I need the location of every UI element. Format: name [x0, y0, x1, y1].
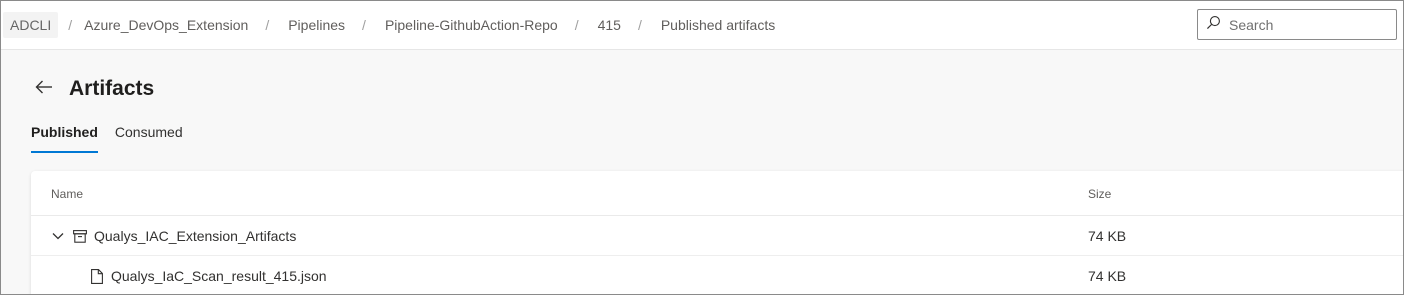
table-header: Name Size: [31, 171, 1403, 216]
breadcrumb-separator: /: [637, 17, 642, 33]
tab-published[interactable]: Published: [31, 124, 98, 153]
page-header: Artifacts: [31, 76, 154, 102]
column-header-name[interactable]: Name: [51, 187, 83, 201]
breadcrumb-separator: /: [68, 17, 73, 33]
page-title: Artifacts: [69, 77, 155, 100]
breadcrumb-item-repo[interactable]: Azure_DevOps_Extension: [84, 17, 248, 33]
chevron-down-icon[interactable]: [51, 229, 65, 243]
back-arrow-icon: [35, 80, 53, 99]
table-row-artifact[interactable]: Qualys_IAC_Extension_Artifacts 74 KB: [31, 216, 1403, 256]
breadcrumb-item-pipeline[interactable]: Pipeline-GithubAction-Repo: [385, 17, 558, 33]
breadcrumb-item-current[interactable]: Published artifacts: [661, 17, 775, 33]
file-name[interactable]: Qualys_IaC_Scan_result_415.json: [111, 268, 327, 284]
breadcrumb-separator: /: [362, 17, 366, 33]
app-frame: ADCLI / Azure_DevOps_Extension / Pipelin…: [0, 0, 1404, 295]
column-header-size[interactable]: Size: [1088, 187, 1111, 201]
artifact-box-icon: [73, 229, 87, 243]
breadcrumb-item-pipelines[interactable]: Pipelines: [288, 17, 345, 33]
main-content: Artifacts Published Consumed Name Size Q…: [1, 50, 1403, 294]
file-size: 74 KB: [1088, 268, 1127, 284]
breadcrumb-item-run[interactable]: 415: [598, 17, 621, 33]
table-row-file[interactable]: Qualys_IaC_Scan_result_415.json 74 KB: [31, 256, 1403, 294]
breadcrumb-separator: /: [574, 17, 579, 33]
header-bar: ADCLI / Azure_DevOps_Extension / Pipelin…: [1, 1, 1403, 50]
breadcrumb-separator: /: [265, 17, 270, 33]
file-name-cell: Qualys_IaC_Scan_result_415.json: [90, 256, 327, 294]
artifact-size: 74 KB: [1088, 228, 1127, 244]
breadcrumb-project-label: ADCLI: [10, 17, 52, 33]
tab-bar: Published Consumed: [31, 124, 200, 153]
file-icon: [90, 268, 104, 284]
search-input[interactable]: [1229, 16, 1389, 33]
breadcrumb: / Azure_DevOps_Extension / Pipelines / P…: [58, 17, 775, 33]
tab-consumed[interactable]: Consumed: [115, 124, 183, 153]
artifact-name[interactable]: Qualys_IAC_Extension_Artifacts: [94, 228, 296, 244]
breadcrumb-project[interactable]: ADCLI: [3, 12, 59, 38]
back-button[interactable]: [31, 76, 57, 102]
artifact-name-cell: Qualys_IAC_Extension_Artifacts: [51, 216, 296, 256]
search-icon: [1206, 15, 1221, 35]
artifacts-table: Name Size Qualys_IAC_Extension_Artifacts…: [31, 171, 1403, 294]
search-box[interactable]: [1197, 9, 1397, 40]
